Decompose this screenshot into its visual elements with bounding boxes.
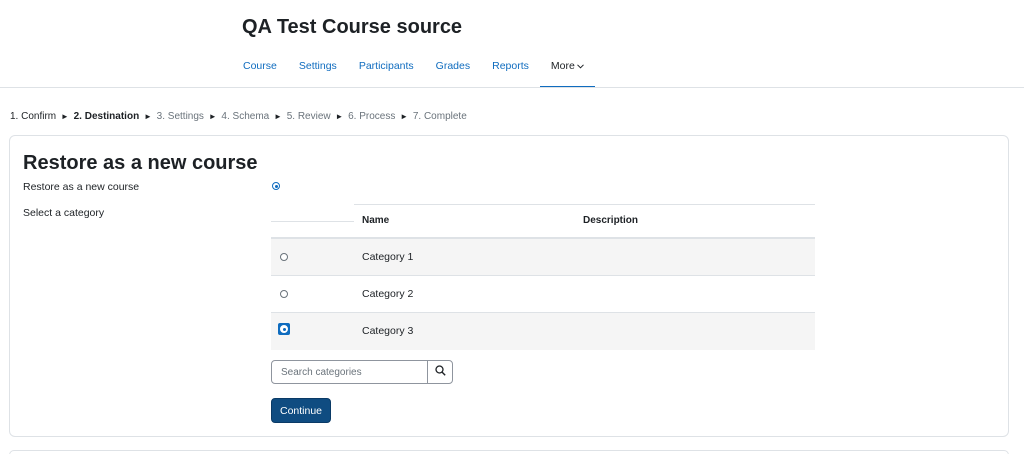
category-table: Name Description Category 1 Category 2 C… <box>271 204 815 350</box>
step-destination: 2. Destination <box>73 111 140 122</box>
tab-course[interactable]: Course <box>232 52 288 87</box>
restore-new-course-label: Restore as a new course <box>23 181 140 193</box>
tab-grades[interactable]: Grades <box>425 52 481 87</box>
tab-participants-label: Participants <box>358 60 414 72</box>
step-confirm: 1. Confirm <box>10 111 57 122</box>
category-table-header: Name Description <box>271 204 815 239</box>
step-separator: ► <box>335 112 344 121</box>
tab-course-label: Course <box>243 60 277 72</box>
select-category-label: Select a category <box>23 207 105 219</box>
step-schema: 4. Schema <box>221 111 270 122</box>
restore-new-course-radio[interactable] <box>272 182 280 190</box>
category-name: Category 1 <box>362 251 414 263</box>
table-row[interactable]: Category 2 <box>271 276 815 313</box>
table-row[interactable]: Category 3 <box>271 313 815 350</box>
step-settings: 3. Settings <box>156 111 204 122</box>
tab-more-label: More <box>550 60 575 72</box>
search-input[interactable] <box>272 361 429 383</box>
tab-settings[interactable]: Settings <box>288 52 348 87</box>
category-name: Category 2 <box>362 288 414 300</box>
restore-progress-steps: 1. Confirm ► 2. Destination ► 3. Setting… <box>10 111 467 122</box>
chevron-down-icon <box>576 62 584 71</box>
card-heading: Restore as a new course <box>23 152 258 174</box>
step-separator: ► <box>143 112 152 121</box>
category-1-radio[interactable] <box>280 253 288 261</box>
category-2-radio[interactable] <box>280 290 288 298</box>
column-description: Description <box>583 215 639 226</box>
step-process: 6. Process <box>348 111 396 122</box>
tab-more[interactable]: More <box>539 52 595 88</box>
search-button[interactable] <box>428 361 452 383</box>
tab-grades-label: Grades <box>435 60 471 72</box>
search-icon <box>434 365 446 379</box>
column-name: Name <box>362 215 390 226</box>
step-complete: 7. Complete <box>412 111 467 122</box>
page-title: QA Test Course source <box>242 16 463 38</box>
nav-divider <box>0 87 1024 88</box>
tab-reports-label: Reports <box>492 60 529 72</box>
category-search <box>271 360 453 384</box>
restore-new-course-card: Restore as a new course Restore as a new… <box>9 135 1009 437</box>
tab-settings-label: Settings <box>298 60 337 72</box>
tab-reports[interactable]: Reports <box>481 52 540 87</box>
step-separator: ► <box>60 112 69 121</box>
step-separator: ► <box>400 112 409 121</box>
category-name: Category 3 <box>362 325 414 337</box>
secondary-navigation: Course Settings Participants Grades Repo… <box>232 52 595 88</box>
step-separator: ► <box>274 112 282 121</box>
tab-participants[interactable]: Participants <box>348 52 425 87</box>
table-row[interactable]: Category 1 <box>271 239 815 276</box>
step-separator: ► <box>208 112 217 121</box>
continue-button[interactable]: Continue <box>271 398 331 423</box>
step-review: 5. Review <box>286 111 331 122</box>
next-card-edge <box>9 450 1009 454</box>
category-3-radio[interactable] <box>278 323 290 335</box>
